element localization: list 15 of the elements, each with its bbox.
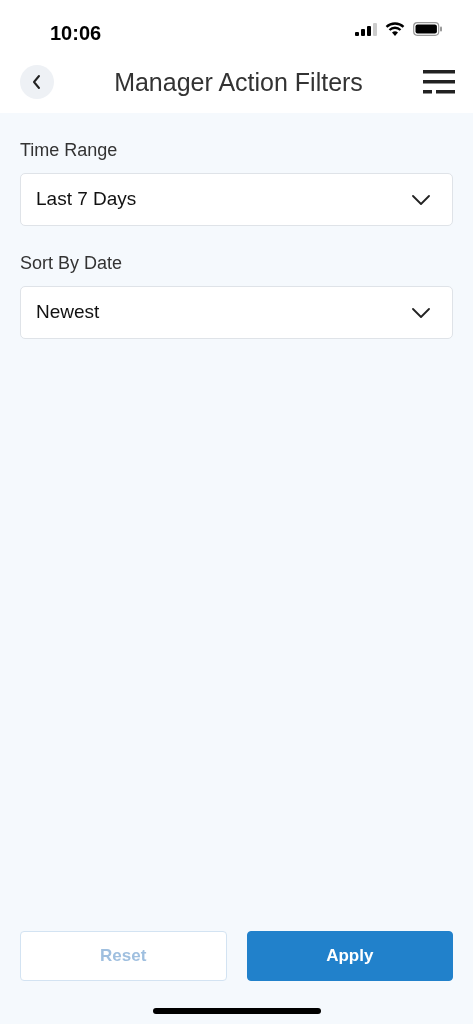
field-label: Sort By Date [20,252,123,275]
dropdown-field[interactable]: Newest [20,286,453,339]
chevron-down-icon [412,194,430,205]
apply-button[interactable]: Apply [246,931,453,981]
chevron-down-icon [412,307,430,318]
page-title: Manager Action Filters [113,66,364,97]
dropdown-field[interactable]: Last 7 Days [20,173,453,226]
wifi-icon [385,22,405,36]
battery-icon [413,22,443,36]
back-button[interactable] [20,64,54,99]
status-time: 10:06 [50,21,102,46]
signal-icon [355,22,377,36]
chevron-left-icon [31,73,43,90]
menu-button[interactable] [423,68,455,95]
field-label: Time Range [20,139,118,162]
